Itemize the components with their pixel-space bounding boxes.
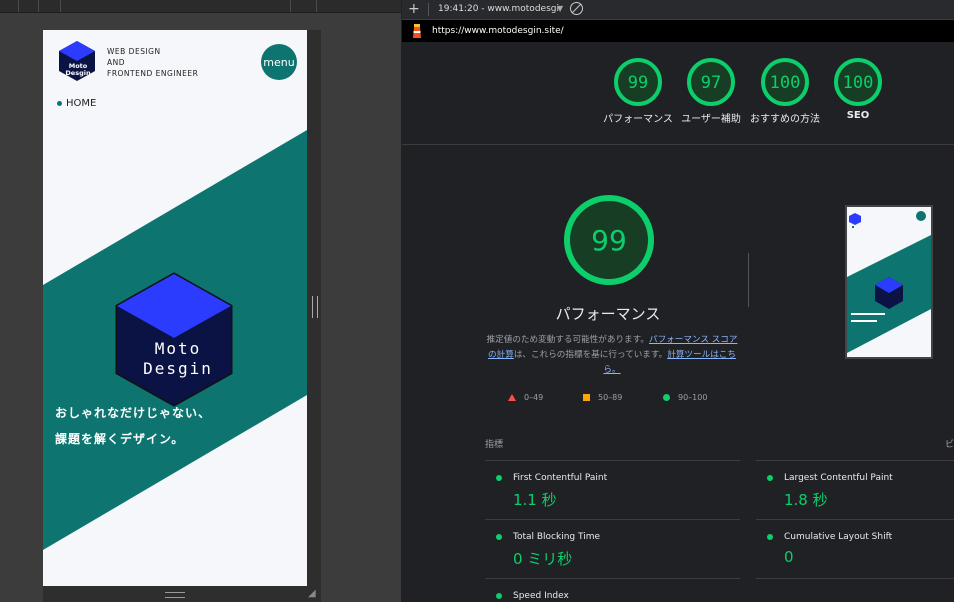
svg-text:100: 100	[843, 73, 874, 93]
divider	[485, 519, 740, 520]
divider	[485, 460, 740, 461]
score-gauge-accessibility[interactable]: 97 ユーザー補助	[671, 56, 751, 125]
chevron-down-icon[interactable]: ▼	[557, 4, 563, 13]
pass-circle-icon	[496, 593, 502, 599]
score-label: ユーザー補助	[681, 114, 741, 125]
legend-fail: 0–49	[508, 393, 543, 402]
score-gauge-performance[interactable]: 99 パフォーマンス	[598, 56, 678, 125]
svg-text:100: 100	[770, 73, 801, 93]
svg-text:99: 99	[591, 224, 627, 257]
report-url-bar: https://www.motodesgin.site/	[402, 20, 954, 42]
legend-average: 50–89	[583, 393, 622, 402]
svg-text:97: 97	[701, 73, 721, 93]
final-screenshot-thumbnail[interactable]	[845, 205, 933, 359]
metric-speed-index: Speed Index	[485, 591, 740, 602]
toolbar-divider	[428, 3, 429, 16]
toolbar-separator	[316, 0, 317, 12]
pass-circle-icon	[496, 534, 502, 540]
menu-button[interactable]: menu	[261, 44, 297, 80]
clear-reports-icon[interactable]	[570, 2, 583, 15]
toolbar-separator	[290, 0, 291, 12]
metric-lcp: Largest Contentful Paint 1.8 秒	[756, 473, 954, 513]
site-tagline: WEB DESIGN AND FRONTEND ENGINEER	[107, 47, 199, 78]
score-gauge-seo[interactable]: 100 SEO	[818, 56, 898, 121]
breadcrumb-home[interactable]: HOME	[57, 98, 96, 109]
metric-cls: Cumulative Layout Shift 0	[756, 532, 954, 572]
resize-handle-vertical[interactable]	[165, 592, 185, 598]
toolbar-separator	[60, 0, 61, 12]
device-preview-pane: Moto Desgin Moto Desgin WEB DESIGN AND F…	[0, 0, 401, 602]
toolbar-separator	[18, 0, 19, 12]
resize-corner-icon[interactable]: ◢	[308, 588, 316, 599]
site-logo-icon[interactable]: Moto Desgin	[57, 40, 97, 82]
category-scores: 99 パフォーマンス 97 ユーザー補助 100 おすすめの方法 100 SEO	[402, 56, 954, 136]
performance-description: 推定値のため変動する可能性があります。パフォーマンス スコアの計算は、これらの指…	[486, 335, 738, 375]
divider	[748, 253, 749, 307]
resize-handle-horizontal[interactable]	[312, 296, 318, 318]
svg-text:Desgin: Desgin	[65, 69, 91, 77]
hero-logo-line1: Moto	[155, 339, 202, 358]
mobile-viewport: Moto Desgin Moto Desgin WEB DESIGN AND F…	[43, 30, 307, 586]
hero-logo-line2: Desgin	[143, 359, 213, 378]
triangle-icon	[508, 394, 516, 401]
pass-circle-icon	[496, 475, 502, 481]
metric-tbt: Total Blocking Time 0 ミリ秒	[485, 532, 740, 572]
metrics-header: 指標	[485, 440, 504, 450]
square-icon	[583, 394, 590, 401]
divider	[402, 144, 954, 145]
performance-score-gauge: 99	[564, 195, 654, 285]
svg-text:99: 99	[628, 73, 648, 93]
toolbar-separator	[38, 0, 39, 12]
divider	[756, 578, 954, 579]
report-selector[interactable]: 19:41:20 - www.motodesgi	[438, 4, 559, 14]
pass-circle-icon	[767, 534, 773, 540]
device-toolbar	[0, 0, 401, 13]
score-label: パフォーマンス	[603, 114, 673, 125]
legend-pass: 90–100	[663, 393, 707, 402]
lighthouse-toolbar: + 19:41:20 - www.motodesgi ▼	[402, 0, 954, 20]
divider	[485, 578, 740, 579]
circle-icon	[663, 394, 670, 401]
new-report-icon[interactable]: +	[408, 1, 420, 17]
metric-fcp: First Contentful Paint 1.1 秒	[485, 473, 740, 513]
hero-catchcopy-line2: 課題を解くデザイン。	[55, 432, 185, 446]
performance-title: パフォーマンス	[555, 305, 661, 323]
report-url[interactable]: https://www.motodesgin.site/	[432, 26, 564, 36]
hero-catchcopy-line1: おしゃれなだけじゃない、	[55, 406, 212, 420]
divider	[756, 519, 954, 520]
score-label: SEO	[846, 110, 870, 121]
divider	[756, 460, 954, 461]
lighthouse-icon	[413, 24, 421, 38]
pass-circle-icon	[767, 475, 773, 481]
hero-background: Moto Desgin	[43, 130, 307, 550]
bullet-icon	[57, 101, 62, 106]
expand-view-toggle[interactable]: ビ	[945, 437, 954, 450]
score-label: おすすめの方法	[750, 114, 820, 125]
score-gauge-best-practices[interactable]: 100 おすすめの方法	[745, 56, 825, 125]
lighthouse-panel: + 19:41:20 - www.motodesgi ▼ https://www…	[402, 0, 954, 602]
